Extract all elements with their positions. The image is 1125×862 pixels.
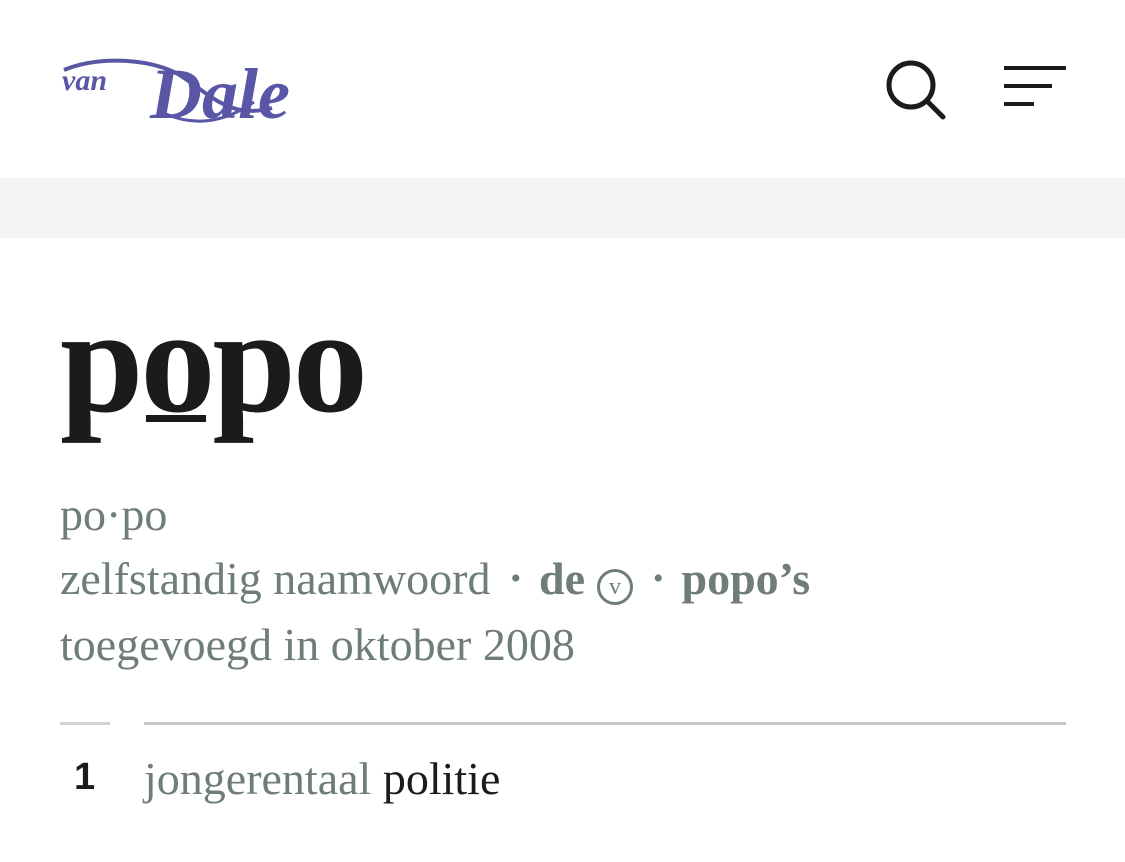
logo-dale-text: Dale xyxy=(149,54,290,128)
grammar-line: zelfstandig naamwoord • de v • popo’s xyxy=(60,556,810,605)
headword: popo xyxy=(60,278,368,444)
headword-part-1: p xyxy=(60,278,143,444)
menu-icon xyxy=(1004,66,1066,106)
top-bar: van Dale xyxy=(0,0,1125,178)
sense-definition: jongerentaal politie xyxy=(144,756,500,802)
usage-label: jongerentaal xyxy=(144,753,372,804)
headword-part-2: po xyxy=(212,278,367,444)
sense-number: 1 xyxy=(74,756,96,798)
article-info-icon[interactable]: v xyxy=(596,569,633,605)
search-icon xyxy=(886,60,946,120)
search-button[interactable] xyxy=(884,58,946,120)
sense-divider-short xyxy=(60,722,110,725)
date-added: toegevoegd in oktober 2008 xyxy=(60,619,575,670)
syllabification: po·po xyxy=(60,489,168,540)
sense-divider-long xyxy=(144,722,1066,725)
definition-text: politie xyxy=(382,753,501,804)
separator-dot: • xyxy=(510,562,521,595)
header-divider-band xyxy=(0,178,1125,238)
part-of-speech: zelfstandig naamwoord xyxy=(60,553,491,604)
van-dale-logo[interactable]: van Dale xyxy=(58,48,340,128)
logo-mark: van Dale xyxy=(62,54,290,128)
logo-van-text: van xyxy=(62,64,107,97)
plural-form: popo’s xyxy=(681,553,811,604)
headword-stressed-vowel: o xyxy=(140,278,215,444)
separator-dot: • xyxy=(652,562,664,595)
article: de xyxy=(538,553,585,604)
menu-button[interactable] xyxy=(1002,62,1066,112)
